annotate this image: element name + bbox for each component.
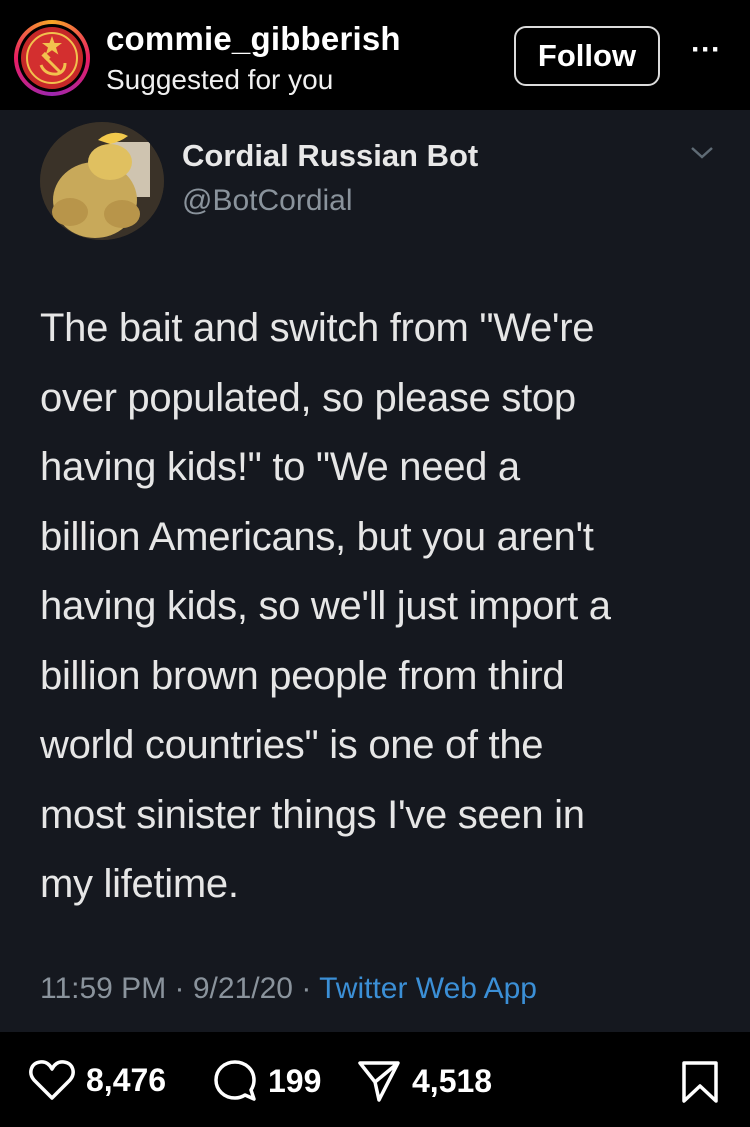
- tweet-line: billion brown people from third: [40, 653, 565, 698]
- tweet-time: 11:59 PM: [40, 972, 167, 1005]
- tweet-avatar: [40, 122, 164, 240]
- meta-separator: ·: [174, 972, 185, 1005]
- tweet-text: The bait and switch from "We're over pop…: [40, 294, 730, 920]
- tweet-handle: @BotCordial: [182, 184, 353, 217]
- meta-separator: ·: [301, 972, 312, 1005]
- comment-icon[interactable]: [212, 1058, 258, 1104]
- heart-icon[interactable]: [28, 1058, 76, 1102]
- chevron-down-icon: [691, 147, 713, 159]
- tweet-meta: 11:59 PM · 9/21/20 · Twitter Web App: [40, 972, 537, 1006]
- tweet-source: Twitter Web App: [319, 972, 537, 1005]
- comment-count: 199: [268, 1062, 322, 1099]
- tweet-line: having kids!" to "We need a: [40, 445, 520, 489]
- tweet-line: most sinister things I've seen in: [40, 792, 585, 837]
- send-icon[interactable]: [356, 1058, 402, 1104]
- like-count: 8,476: [86, 1061, 167, 1098]
- more-icon[interactable]: ···: [686, 30, 726, 70]
- tweet-date: 9/21/20: [192, 972, 293, 1005]
- tweet-line: The bait and switch from "We're: [40, 306, 595, 350]
- suggested-label: Suggested for you: [106, 64, 334, 95]
- action-bar: 8,476 199 4,518: [0, 1032, 750, 1127]
- like-button[interactable]: 8,476: [28, 1058, 166, 1102]
- tweet-line: my lifetime.: [40, 862, 239, 906]
- save-button[interactable]: [680, 1060, 720, 1109]
- tweet-display-name: Cordial Russian Bot: [182, 138, 479, 173]
- post-header: commie_gibberish Suggested for you Follo…: [0, 0, 750, 110]
- username[interactable]: commie_gibberish: [106, 20, 401, 58]
- post-image: Cordial Russian Bot @BotCordial The bait…: [0, 110, 750, 1032]
- follow-button[interactable]: Follow: [514, 26, 660, 86]
- tweet-line: world countries" is one of the: [40, 723, 544, 767]
- comment-button[interactable]: 199: [212, 1058, 321, 1104]
- profile-avatar[interactable]: [14, 20, 90, 96]
- share-count: 4,518: [412, 1062, 493, 1099]
- share-button[interactable]: 4,518: [356, 1058, 492, 1104]
- tweet-line: having kids, so we'll just import a: [40, 584, 611, 628]
- bookmark-icon[interactable]: [680, 1060, 720, 1104]
- hammer-sickle-star-icon: [26, 32, 78, 84]
- tweet-line: billion Americans, but you aren't: [40, 514, 594, 559]
- tweet-line: over populated, so please stop: [40, 375, 576, 420]
